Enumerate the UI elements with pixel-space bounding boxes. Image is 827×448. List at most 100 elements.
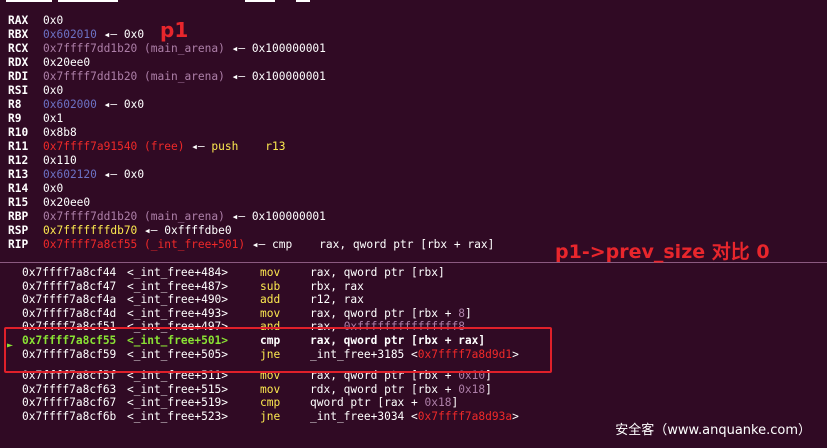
register-row: RBP 0x7ffff7dd1b20 (main_arena) ◂— 0x1000… <box>8 210 326 224</box>
current-instruction-arrow-icon: ► <box>7 340 14 351</box>
instruction-symbol: <_int_free+493> <box>127 306 229 320</box>
register-name: R9 <box>8 112 22 125</box>
value-segment: 0x7ffff7dd1b20 (main_arena) <box>43 70 225 83</box>
value-segment: ◂— <box>184 140 212 153</box>
value-segment: ◂— <box>96 28 124 41</box>
register-name: RBP <box>8 210 29 223</box>
value-segment: 0x0 <box>123 168 145 181</box>
register-row: R15 0x20ee0 <box>8 196 90 210</box>
value-segment: > <box>512 410 519 423</box>
value-segment: 0x7ffff7a91540 (free) <box>43 140 185 153</box>
disasm-row: 0x7ffff7a8cf4d <_int_free+493> mov rax, qwo… <box>22 307 472 321</box>
register-row: RSI 0x0 <box>8 84 63 98</box>
register-row: R12 0x110 <box>8 154 77 168</box>
value-segment: 0x0 <box>123 98 145 111</box>
value-segment: _int_free+3034 <box>310 410 405 423</box>
value-segment: 0x100000001 <box>251 70 326 83</box>
value-segment: rax, qword ptr [rbx] <box>310 266 445 279</box>
value-segment: ◂— <box>96 98 124 111</box>
register-name: RCX <box>8 42 29 55</box>
value-segment: 0x0 <box>43 84 64 97</box>
value-segment: 0x602000 <box>43 98 97 111</box>
top-separator <box>0 0 827 3</box>
disasm-row: 0x7ffff7a8cf44 <_int_free+484> mov rax, qwo… <box>22 266 445 280</box>
value-segment: 0x7ffff7dd1b20 (main_arena) <box>43 42 225 55</box>
register-row: RBX 0x602010 ◂— 0x0 <box>8 28 144 42</box>
register-row: RDX 0x20ee0 <box>8 56 90 70</box>
value-segment: ] <box>451 396 459 410</box>
value-segment: 0x0 <box>43 14 64 27</box>
value-segment: ] <box>464 306 472 320</box>
value-segment: 0x8b8 <box>43 126 77 139</box>
value-segment: 0x0 <box>43 182 64 195</box>
register-name: R13 <box>8 168 29 181</box>
register-row: RIP 0x7ffff7a8cf55 (_int_free+501) ◂— cmp… <box>8 238 494 252</box>
instruction-mnemonic: add <box>260 293 281 307</box>
value-segment: rdx, qword ptr [rbx + <box>310 382 459 396</box>
instruction-address: 0x7ffff7a8cf67 <box>22 396 117 410</box>
value-segment: 0x7ffff7a8cf55 (_int_free+501) <box>43 238 246 251</box>
instruction-mnemonic: mov <box>260 382 281 396</box>
value-segment: 0xffffdbe0 <box>164 224 232 237</box>
value-segment: 0x602120 <box>43 168 97 181</box>
register-row: R14 0x0 <box>8 182 63 196</box>
value-segment: 0x0 <box>123 28 145 41</box>
instruction-address: 0x7ffff7a8cf4d <box>22 306 117 320</box>
instruction-address: 0x7ffff7a8cf44 <box>22 266 117 279</box>
disasm-row: 0x7ffff7a8cf67 <_int_free+519> cmp qword pt… <box>22 396 458 410</box>
value-segment: ◂— <box>96 168 124 181</box>
instruction-mnemonic: sub <box>260 279 281 293</box>
value-segment: < <box>404 410 418 423</box>
instruction-symbol: <_int_free+487> <box>127 279 229 293</box>
value-segment: ◂— <box>245 238 273 251</box>
value-segment: 8 <box>458 306 465 320</box>
value-segment: rax, qword ptr [rbx + <box>310 306 459 320</box>
register-name: R11 <box>8 140 29 153</box>
register-row: RDI 0x7ffff7dd1b20 (main_arena) ◂— 0x1000… <box>8 70 326 84</box>
disasm-row: 0x7ffff7a8cf6b <_int_free+523> jne _int_fre… <box>22 410 519 424</box>
value-segment: rbx, rax <box>310 279 364 293</box>
value-segment: 0x1 <box>43 112 64 125</box>
value-segment: ◂— <box>224 210 252 223</box>
watermark: 安全客（www.anquanke.com） <box>615 423 811 438</box>
instruction-address: 0x7ffff7a8cf6b <box>22 410 117 423</box>
instruction-address: 0x7ffff7a8cf63 <box>22 382 117 396</box>
value-segment: r12, rax <box>310 293 364 307</box>
instruction-address: 0x7ffff7a8cf47 <box>22 279 117 293</box>
instruction-symbol: <_int_free+519> <box>127 396 229 410</box>
instruction-symbol: <_int_free+515> <box>127 382 229 396</box>
value-segment: push r13 <box>211 140 286 153</box>
register-name: RDX <box>8 56 29 69</box>
disasm-row: 0x7ffff7a8cf63 <_int_free+515> mov rdx, qwo… <box>22 383 492 397</box>
register-row: R11 0x7ffff7a91540 (free) ◂— push r13 <box>8 140 286 154</box>
instruction-symbol: <_int_free+523> <box>127 410 229 423</box>
register-name: RIP <box>8 238 29 251</box>
value-segment: 0x18 <box>424 396 452 410</box>
instruction-mnemonic: jne <box>260 410 281 423</box>
value-segment: 0x100000001 <box>251 42 326 55</box>
register-row: R9 0x1 <box>8 112 63 126</box>
register-name: RSI <box>8 84 29 97</box>
register-name: R15 <box>8 196 29 209</box>
instruction-mnemonic: mov <box>260 306 281 320</box>
register-row: RAX 0x0 <box>8 14 63 28</box>
value-segment: 0x20ee0 <box>43 196 91 209</box>
value-segment: qword ptr [rax + <box>310 396 425 410</box>
register-name: R8 <box>8 98 22 111</box>
disasm-row: 0x7ffff7a8cf47 <_int_free+487> sub rbx, rax <box>22 280 364 294</box>
value-segment: 0x602010 <box>43 28 97 41</box>
register-row: R10 0x8b8 <box>8 126 77 140</box>
disasm-row: 0x7ffff7a8cf4a <_int_free+490> add r12, rax <box>22 293 364 307</box>
value-segment: 0x110 <box>43 154 77 167</box>
value-segment: 0x18 <box>458 382 486 396</box>
register-name: RSP <box>8 224 29 237</box>
value-segment: ◂— <box>137 224 165 237</box>
instruction-symbol: <_int_free+484> <box>127 266 229 279</box>
register-name: R10 <box>8 126 29 139</box>
register-name: R14 <box>8 182 29 195</box>
register-name: RBX <box>8 28 29 41</box>
highlight-box <box>4 327 552 373</box>
annotation-prev-size: p1->prev_size 对比 0 <box>555 241 770 263</box>
register-row: RCX 0x7ffff7dd1b20 (main_arena) ◂— 0x1000… <box>8 42 326 56</box>
instruction-symbol: <_int_free+490> <box>127 293 229 307</box>
